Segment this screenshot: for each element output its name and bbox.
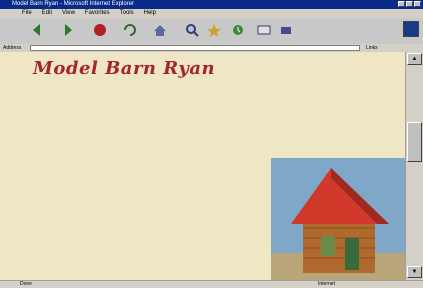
main-text <box>135 115 270 123</box>
minimize-button[interactable] <box>398 1 405 7</box>
address-label: Address <box>3 45 22 51</box>
print-icon[interactable] <box>278 21 294 39</box>
stop-icon[interactable] <box>92 21 108 39</box>
favorites-icon[interactable] <box>206 21 222 39</box>
forward-icon[interactable] <box>60 21 76 39</box>
menu-view[interactable]: View <box>62 9 75 18</box>
page-content: Model Barn Ryan <box>0 52 405 280</box>
menu-edit[interactable]: Edit <box>42 9 52 18</box>
links-label[interactable]: Links <box>366 44 378 52</box>
status-text: Done <box>20 281 32 287</box>
maximize-button[interactable] <box>406 1 413 7</box>
menu-help[interactable]: Help <box>144 9 156 18</box>
window-titlebar: Model Barn Ryan - Microsoft Internet Exp… <box>0 0 423 9</box>
mail-icon[interactable] <box>256 21 272 39</box>
menu-favorites[interactable]: Favorites <box>85 9 110 18</box>
back-icon[interactable] <box>30 21 46 39</box>
address-bar: Address Links <box>0 44 423 52</box>
security-zone: Internet <box>318 281 335 287</box>
scroll-up-arrow-icon[interactable]: ▲ <box>407 53 422 65</box>
vertical-scrollbar[interactable]: ▲ ▼ <box>405 52 423 280</box>
home-icon[interactable] <box>152 21 168 39</box>
address-input[interactable] <box>30 45 360 51</box>
scroll-down-arrow-icon[interactable]: ▼ <box>407 266 422 278</box>
site-title: Model Barn Ryan <box>33 58 216 79</box>
window-controls <box>398 1 421 7</box>
menu-tools[interactable]: Tools <box>120 9 134 18</box>
close-button[interactable] <box>414 1 421 7</box>
history-icon[interactable] <box>230 21 246 39</box>
search-icon[interactable] <box>184 21 200 39</box>
scrollbar-thumb[interactable] <box>407 122 422 162</box>
sidebar-nav <box>24 116 116 124</box>
refresh-icon[interactable] <box>122 21 138 39</box>
toolbar <box>0 18 423 45</box>
menu-file[interactable]: File <box>22 9 32 18</box>
menu-bar: File Edit View Favorites Tools Help <box>0 9 423 18</box>
window-title: Model Barn Ryan - Microsoft Internet Exp… <box>12 1 135 7</box>
status-bar: Done Internet <box>0 280 423 288</box>
model-barn-photo <box>271 158 405 280</box>
ie-logo-icon <box>403 21 419 37</box>
